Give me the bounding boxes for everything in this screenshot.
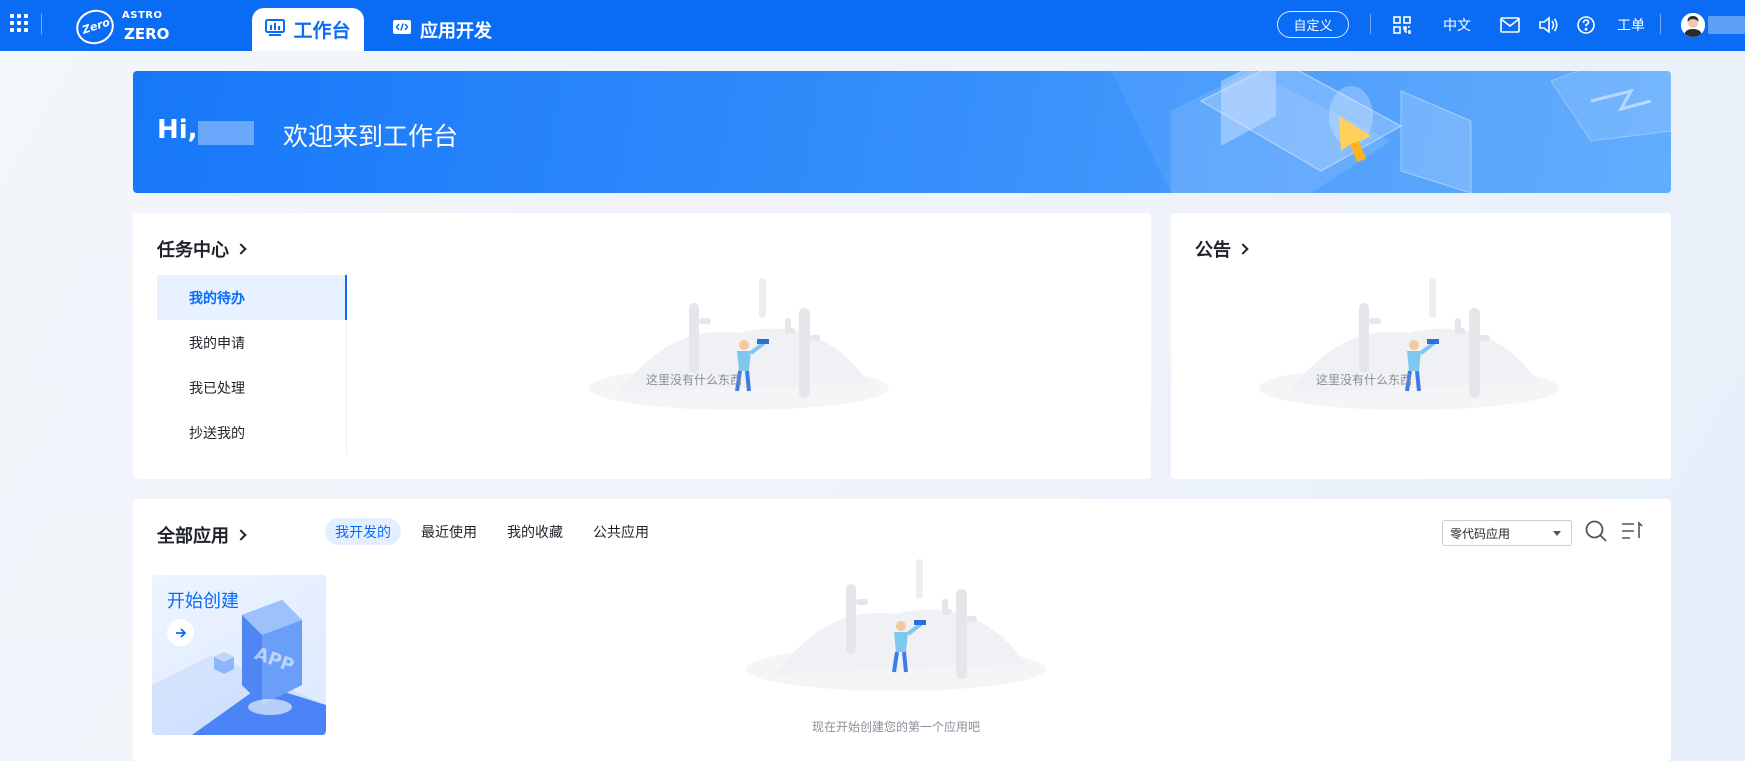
all-apps-title[interactable]: 全部应用 [157,522,247,548]
divider [41,14,42,34]
tab-workbench-label: 工作台 [293,20,351,42]
astro-zero-logo[interactable]: Zero ASTRO ZERO [71,4,170,50]
ticket-link[interactable]: 工单 [1617,15,1645,35]
app-type-select-value: 零代码应用 [1450,526,1511,541]
tab-app-development-label: 应用开发 [420,21,492,42]
top-navigation-bar: Zero ASTRO ZERO 工作台 应用开发 自定义 中文 工单 [0,0,1745,51]
announcement-title[interactable]: 公告 [1195,236,1249,262]
avatar[interactable] [1681,13,1705,37]
empty-state-illustration [746,559,1046,691]
tab-public-apps[interactable]: 公共应用 [583,518,659,545]
code-icon [392,19,412,41]
app-type-select[interactable]: 零代码应用 [1442,520,1572,546]
empty-state-text: 现在开始创建您的第一个应用吧 [811,720,980,734]
task-center-title-text: 任务中心 [157,240,229,261]
logo-text-bottom: ZERO [124,25,170,43]
divider [1370,14,1371,34]
user-name-redacted [198,121,254,145]
all-apps-title-text: 全部应用 [157,526,229,547]
divider [1660,14,1661,34]
user-name-redacted [1708,16,1745,34]
customize-button[interactable]: 自定义 [1277,11,1349,38]
tab-my-favorites[interactable]: 我的收藏 [497,518,573,545]
help-icon[interactable] [1575,14,1597,36]
task-nav-item-processed[interactable]: 我已处理 [157,365,346,410]
task-center-title[interactable]: 任务中心 [157,236,247,262]
logo-badge: Zero [71,4,119,50]
task-nav-item-todo[interactable]: 我的待办 [157,275,347,320]
welcome-text: 欢迎来到工作台 [283,122,459,151]
welcome-banner: Hi, 欢迎来到工作台 [133,71,1671,193]
language-switch[interactable]: 中文 [1443,15,1471,35]
apps-grid-icon[interactable] [10,14,28,32]
tab-app-development[interactable]: 应用开发 [392,12,492,48]
empty-state-illustration [1259,278,1559,410]
tab-workbench[interactable]: 工作台 [252,8,364,51]
empty-state-text: 这里没有什么东西 [1315,373,1412,387]
task-center-card: 任务中心 我的待办 我的申请 我已处理 抄送我的 这里没有什么东西 [133,213,1151,479]
empty-state-illustration [589,278,889,410]
caret-down-icon [1553,531,1561,536]
task-nav-item-cc[interactable]: 抄送我的 [157,410,346,455]
sort-icon[interactable] [1620,519,1644,543]
banner-illustration [1111,71,1671,193]
start-create-card[interactable]: 开始创建 APP [152,575,326,735]
tab-my-developed[interactable]: 我开发的 [325,518,401,545]
app-cube-illustration: APP [152,600,326,735]
qrcode-icon[interactable] [1391,14,1413,36]
empty-state-text: 这里没有什么东西 [645,373,742,387]
task-nav-item-applications[interactable]: 我的申请 [157,320,346,365]
announcement-card: 公告 这里没有什么东西 [1171,213,1671,479]
tab-recently-used[interactable]: 最近使用 [411,518,487,545]
search-icon[interactable] [1584,519,1608,543]
monitor-icon [265,18,286,41]
chevron-right-icon [235,243,247,255]
announcement-title-text: 公告 [1195,240,1231,261]
mail-icon[interactable] [1499,14,1521,36]
chevron-right-icon [1237,243,1249,255]
logo-text-top: ASTRO [122,10,163,21]
greeting-text: Hi, [157,115,198,145]
chevron-right-icon [235,529,247,541]
apps-tabs: 我开发的 最近使用 我的收藏 公共应用 [325,518,659,545]
speaker-icon[interactable] [1537,14,1559,36]
task-nav: 我的待办 我的申请 我已处理 抄送我的 [157,275,347,455]
all-apps-card: 全部应用 我开发的 最近使用 我的收藏 公共应用 零代码应用 开始创建 APP … [133,499,1671,761]
